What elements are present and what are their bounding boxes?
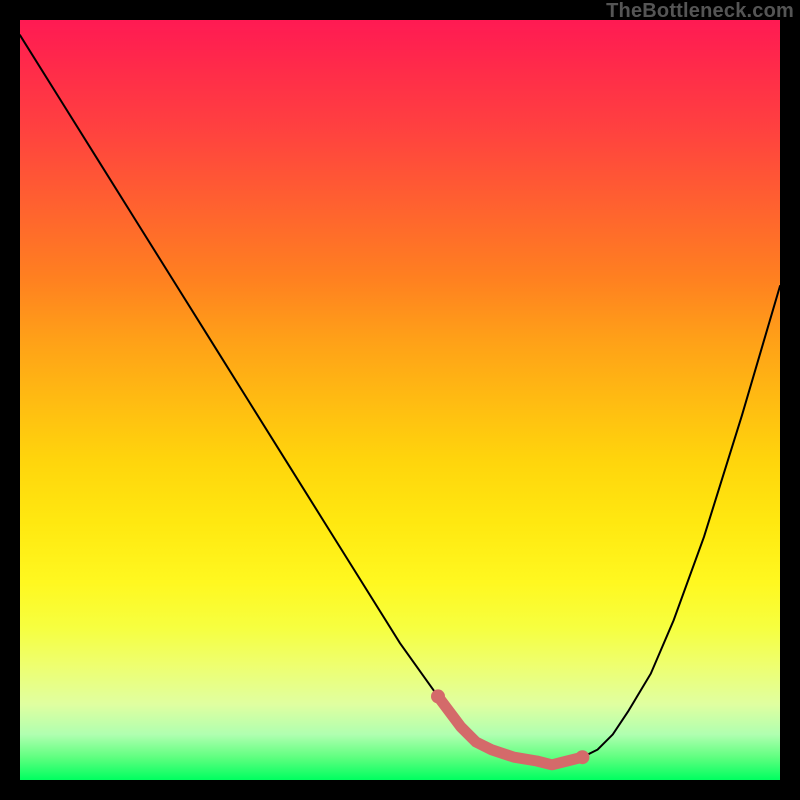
highlight-marker — [431, 689, 445, 703]
watermark-label: TheBottleneck.com — [606, 0, 794, 23]
bottleneck-curve — [20, 35, 780, 765]
highlight-marker — [575, 750, 589, 764]
performance-chart — [20, 20, 780, 780]
optimal-range-highlight — [438, 696, 582, 764]
